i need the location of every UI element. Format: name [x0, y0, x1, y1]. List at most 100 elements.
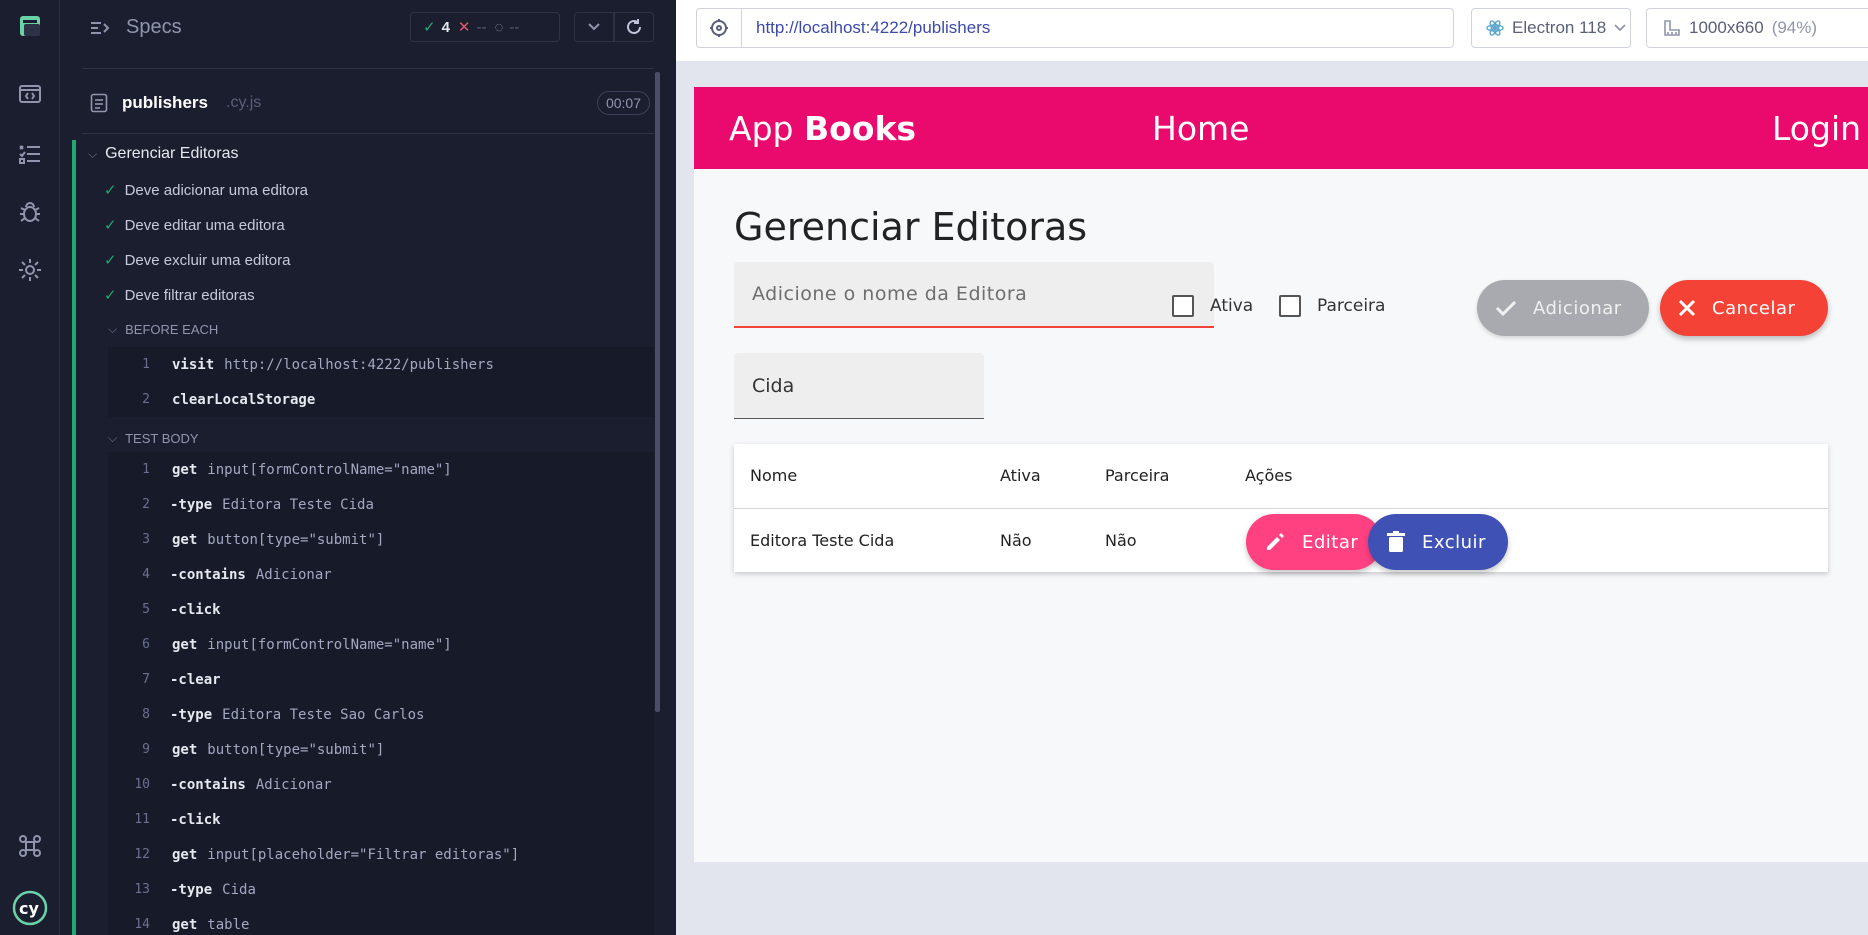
command-row[interactable]: 3 get button[type="submit"]	[108, 522, 654, 557]
test-item[interactable]: ✓ Deve filtrar editoras	[104, 286, 255, 305]
command-row[interactable]: 4 -contains Adicionar	[108, 557, 654, 592]
viewport-info[interactable]: 1000x660 (94%)	[1646, 8, 1868, 48]
delete-button[interactable]: Excluir	[1368, 514, 1508, 570]
command-argument: input[placeholder="Filtrar editoras"]	[207, 846, 520, 863]
publisher-name-input[interactable]	[752, 283, 1214, 305]
command-argument: Cida	[222, 881, 256, 898]
checkbox-icon[interactable]	[1279, 295, 1301, 317]
rerun-button[interactable]	[614, 12, 654, 42]
url-field[interactable]: http://localhost:4222/publishers	[742, 8, 1454, 48]
command-number: 7	[142, 672, 150, 687]
command-number: 4	[142, 567, 150, 582]
command-row[interactable]: 14 get table	[108, 907, 654, 935]
checkbox-icon[interactable]	[1172, 295, 1194, 317]
command-number: 12	[134, 847, 150, 862]
command-text: get button[type="submit"]	[172, 742, 384, 758]
filter-input[interactable]	[752, 374, 984, 397]
svg-text:cy: cy	[19, 899, 39, 918]
spec-file-name: publishers	[122, 93, 208, 112]
file-icon	[90, 93, 108, 113]
settings-icon[interactable]	[16, 256, 44, 284]
collapse-all-button[interactable]	[574, 12, 614, 42]
command-row[interactable]: 1 get input[formControlName="name"]	[108, 452, 654, 487]
command-argument: input[formControlName="name"]	[207, 636, 452, 653]
command-row[interactable]: 7 -clear	[108, 662, 654, 697]
command-name: get	[172, 846, 198, 863]
command-row[interactable]: 9 get button[type="submit"]	[108, 732, 654, 767]
runner-scrollbar-thumb[interactable]	[655, 72, 660, 712]
runs-icon[interactable]	[16, 139, 44, 167]
command-row[interactable]: 2 clearLocalStorage	[108, 382, 654, 417]
add-button[interactable]: Adicionar	[1477, 280, 1649, 336]
command-row[interactable]: 10 -contains Adicionar	[108, 767, 654, 802]
command-name: visit	[172, 356, 215, 373]
test-body-title[interactable]: ⌵ TEST BODY	[108, 431, 199, 446]
command-row[interactable]: 12 get input[placeholder="Filtrar editoras…	[108, 837, 654, 872]
passed-count: ✓ 4	[423, 18, 450, 37]
suite-title[interactable]: ⌵ Gerenciar Editoras	[88, 145, 239, 163]
command-name: -contains	[170, 776, 246, 793]
cell-active: Não	[1000, 531, 1032, 550]
debug-icon[interactable]	[16, 198, 44, 226]
test-item[interactable]: ✓ Deve editar uma editora	[104, 216, 285, 235]
nav-home-link[interactable]: Home	[1152, 109, 1249, 148]
cy-logo-icon[interactable]: cy	[12, 890, 48, 926]
command-argument: input[formControlName="name"]	[207, 461, 452, 478]
command-argument: Adicionar	[255, 566, 332, 583]
browser-preview: http://localhost:4222/publishers Electro…	[676, 0, 1868, 935]
command-text: -click	[170, 812, 221, 828]
command-number: 2	[142, 497, 150, 512]
app-brand[interactable]: App Books	[729, 109, 916, 148]
command-text: clearLocalStorage	[172, 392, 315, 408]
command-number: 2	[142, 392, 150, 407]
command-name: -contains	[170, 566, 246, 583]
command-text: get table	[172, 917, 249, 933]
spinner-icon: ◌	[494, 18, 504, 36]
command-name: get	[172, 531, 198, 548]
browser-selector[interactable]: Electron 118	[1471, 8, 1631, 48]
command-name: -click	[170, 601, 221, 618]
failed-count: ✕ --	[457, 18, 487, 37]
command-argument: Editora Teste Cida	[222, 496, 374, 513]
column-header-partner: Parceira	[1105, 466, 1170, 485]
chevron-down-icon: ⌵	[88, 146, 98, 161]
selector-playground-button[interactable]	[696, 8, 742, 48]
publisher-name-field[interactable]	[734, 262, 1214, 328]
keyboard-shortcuts-icon[interactable]	[16, 832, 44, 860]
command-row[interactable]: 11 -click	[108, 802, 654, 837]
page-title: Gerenciar Editoras	[734, 205, 1088, 249]
test-item[interactable]: ✓ Deve excluir uma editora	[104, 251, 291, 270]
column-header-actions: Ações	[1245, 466, 1293, 485]
command-row[interactable]: 1 visit http://localhost:4222/publishers	[108, 347, 654, 382]
test-body-commands: 1 get input[formControlName="name"] 2 -type E…	[108, 452, 654, 935]
nav-login-link[interactable]: Login	[1772, 109, 1868, 148]
cypress-logo-icon[interactable]	[16, 12, 44, 40]
command-text: -type Cida	[170, 882, 256, 898]
edit-button[interactable]: Editar	[1246, 514, 1382, 570]
command-text: -contains Adicionar	[170, 777, 332, 793]
filter-field[interactable]	[734, 353, 984, 419]
refresh-icon	[627, 19, 641, 34]
test-item[interactable]: ✓ Deve adicionar uma editora	[104, 181, 308, 200]
command-name: -click	[170, 811, 221, 828]
command-number: 10	[134, 777, 150, 792]
specs-icon[interactable]	[16, 80, 44, 108]
command-row[interactable]: 5 -click	[108, 592, 654, 627]
command-row[interactable]: 8 -type Editora Teste Sao Carlos	[108, 697, 654, 732]
partner-checkbox[interactable]: Parceira	[1279, 295, 1385, 317]
command-argument: button[type="submit"]	[207, 741, 385, 758]
command-number: 14	[134, 917, 150, 932]
cancel-button[interactable]: Cancelar	[1660, 280, 1828, 336]
active-checkbox[interactable]: Ativa	[1172, 295, 1253, 317]
pending-count: ◌ --	[494, 18, 520, 36]
command-text: get input[placeholder="Filtrar editoras"]	[172, 847, 519, 863]
before-each-title[interactable]: ⌵ BEFORE EACH	[108, 322, 218, 337]
command-row[interactable]: 6 get input[formControlName="name"]	[108, 627, 654, 662]
command-row[interactable]: 2 -type Editora Teste Cida	[108, 487, 654, 522]
specs-label-text: Specs	[126, 16, 182, 38]
command-row[interactable]: 13 -type Cida	[108, 872, 654, 907]
app-under-test: App Books Home Login Gerenciar Editoras …	[694, 87, 1868, 862]
command-number: 9	[142, 742, 150, 757]
specs-link[interactable]: Specs	[90, 16, 182, 39]
command-number: 1	[142, 357, 150, 372]
